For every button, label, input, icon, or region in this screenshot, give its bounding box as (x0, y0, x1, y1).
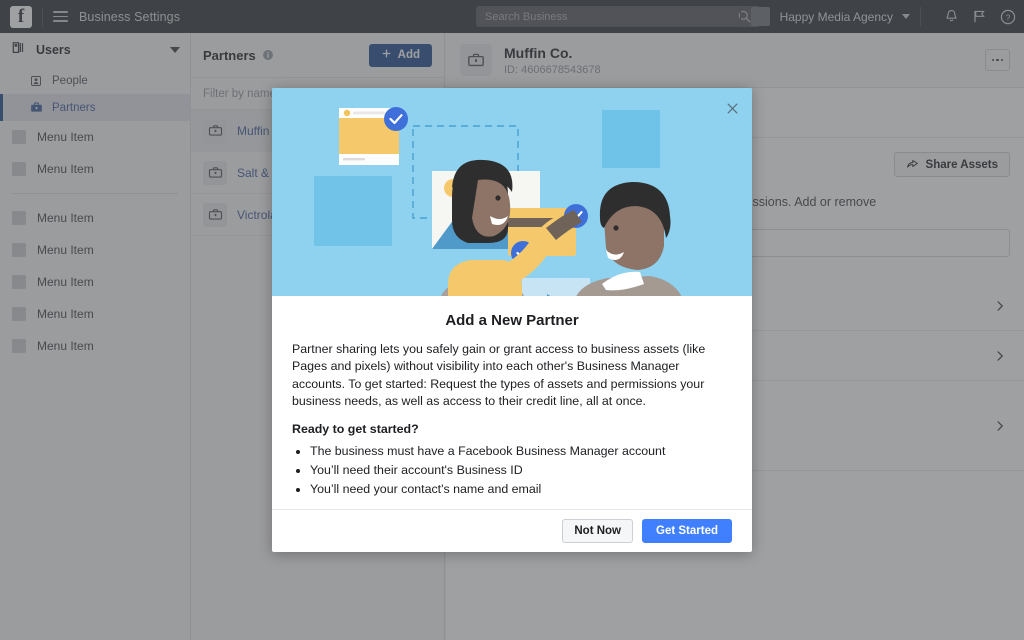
dialog-footer: Not Now Get Started (272, 508, 752, 552)
dialog-paragraph: Partner sharing lets you safely gain or … (292, 341, 706, 409)
list-item: The business must have a Facebook Busine… (310, 442, 732, 461)
add-partner-dialog: Add a New Partner Partner sharing lets y… (272, 88, 752, 552)
dialog-subheading: Ready to get started? (292, 422, 419, 437)
app-root: f Business Settings Happy Media Agency (0, 0, 1024, 640)
dialog-body: Add a New Partner Partner sharing lets y… (272, 296, 752, 509)
get-started-button[interactable]: Get Started (642, 518, 732, 543)
dialog-requirements-list: The business must have a Facebook Busine… (310, 442, 732, 499)
list-item: You’ll need your contact's name and emai… (310, 480, 732, 499)
dialog-title: Add a New Partner (445, 311, 579, 329)
list-item: You’ll need their account's Business ID (310, 461, 732, 480)
close-icon[interactable] (721, 97, 743, 119)
not-now-button[interactable]: Not Now (562, 518, 633, 543)
partner-sharing-illustration (272, 88, 752, 296)
